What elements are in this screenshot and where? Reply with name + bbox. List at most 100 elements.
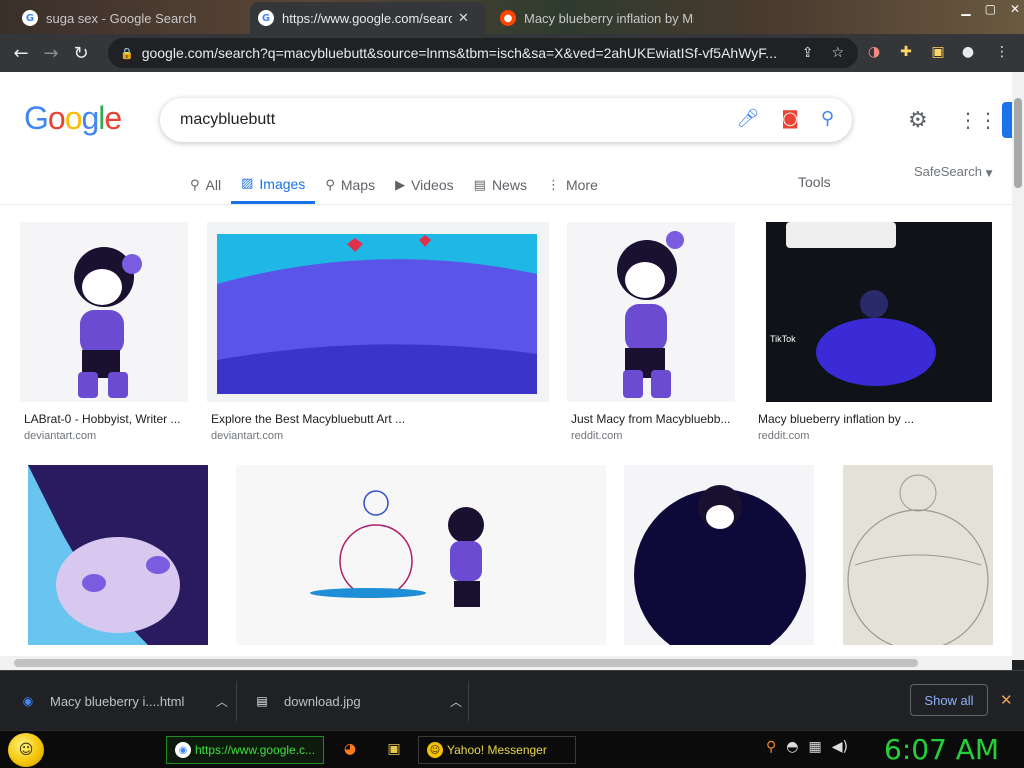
result-thumbnail[interactable] [207, 222, 549, 402]
microphone-icon[interactable]: 🎤︎ [736, 108, 759, 129]
system-tray: ⚲ ◓ ▦ ◀) [766, 739, 848, 755]
yahoo-smiley-icon: ☺ [427, 742, 443, 758]
tab-more[interactable]: ⋮ More [537, 166, 608, 204]
tab-maps[interactable]: ⚲ Maps [315, 166, 385, 204]
extension-flag-icon[interactable]: ◑ [864, 42, 884, 62]
chevron-up-icon[interactable]: ︿ [216, 693, 228, 710]
result-thumbnail[interactable] [28, 465, 208, 645]
google-icon: G [22, 10, 38, 26]
show-all-button[interactable]: Show all [910, 684, 988, 716]
sign-in-button[interactable] [1002, 102, 1012, 138]
dropdown-arrow-icon: ▼ [985, 169, 993, 179]
vertical-scrollbar[interactable] [1012, 72, 1024, 660]
result-thumbnail[interactable] [624, 465, 814, 645]
search-icon: ⚲ [190, 177, 200, 193]
close-icon[interactable]: ✕ [1000, 691, 1013, 709]
download-filename: Macy blueberry i....html [50, 693, 185, 709]
folder-icon[interactable]: ▣ [384, 739, 404, 759]
close-tab-icon[interactable]: ✕ [458, 10, 469, 26]
image-result[interactable]: Just Macy from Macybluebb... reddit.com [567, 222, 735, 452]
chrome-file-icon: ◉ [22, 694, 34, 708]
image-result[interactable]: LABrat-0 - Hobbyist, Writer ... devianta… [20, 222, 188, 452]
tab-images[interactable]: ▨ Images [231, 166, 316, 204]
result-title[interactable]: Just Macy from Macybluebb... [571, 412, 735, 426]
network-icon[interactable]: ▦ [808, 739, 821, 755]
image-result[interactable] [20, 465, 216, 645]
download-item[interactable]: ▤ download.jpg ︿ [254, 681, 462, 721]
divider [0, 204, 1012, 205]
image-result[interactable] [236, 465, 606, 645]
tab-title: https://www.google.com/search? [282, 10, 452, 26]
browser-tab-3[interactable]: ● Macy blueberry inflation by Ms [492, 2, 702, 34]
address-bar[interactable]: 🔒 google.com/search?q=macybluebutt&sourc… [108, 38, 858, 68]
scroll-thumb[interactable] [1014, 98, 1022, 188]
news-icon: ▤ [473, 177, 486, 193]
scroll-thumb[interactable] [14, 659, 918, 667]
minimize-icon[interactable]: ▁ [961, 2, 970, 16]
chevron-up-icon[interactable]: ︿ [450, 693, 462, 710]
image-result[interactable] [624, 465, 814, 645]
share-icon[interactable]: ⇪ [802, 45, 814, 61]
taskbar-chrome-button[interactable]: ◉ https://www.google.c... [166, 736, 324, 764]
menu-dots-icon[interactable]: ⋮ [992, 42, 1012, 62]
back-arrow-icon[interactable]: ← [6, 43, 36, 64]
browser-tab-1[interactable]: G suga sex - Google Search [14, 2, 214, 34]
tab-title: suga sex - Google Search [46, 10, 197, 26]
forward-arrow-icon[interactable]: → [36, 43, 66, 64]
close-window-icon[interactable]: ✕ [1010, 2, 1020, 16]
result-source[interactable]: deviantart.com [24, 430, 96, 442]
result-source[interactable]: reddit.com [571, 430, 622, 442]
firefox-icon[interactable]: ◕ [340, 739, 360, 759]
result-title[interactable]: LABrat-0 - Hobbyist, Writer ... [24, 412, 188, 426]
result-title[interactable]: Explore the Best Macybluebutt Art ... [211, 412, 531, 426]
search-input[interactable]: macybluebutt 🎤︎ ◙ ⚲ [160, 98, 852, 142]
divider [236, 681, 237, 721]
result-source[interactable]: reddit.com [758, 430, 809, 442]
result-thumbnail[interactable] [20, 222, 188, 402]
safesearch-menu[interactable]: SafeSearch ▼ [914, 164, 992, 179]
google-icon: G [258, 10, 274, 26]
settings-gear-icon[interactable]: ⚙ [908, 108, 928, 133]
lock-icon[interactable]: 🔒 [120, 47, 134, 60]
tools-button[interactable]: Tools [798, 174, 831, 190]
more-vert-icon: ⋮ [546, 177, 560, 193]
download-item[interactable]: ◉ Macy blueberry i....html ︿ [20, 681, 228, 721]
play-icon: ▶ [395, 177, 406, 193]
image-result[interactable]: TikTok Macy blueberry inflation by ... r… [754, 222, 1004, 452]
tab-videos[interactable]: ▶ Videos [385, 166, 464, 204]
search-tray-icon[interactable]: ⚲ [766, 739, 776, 755]
side-panel-icon[interactable]: ▣ [928, 42, 948, 62]
tab-all[interactable]: ⚲ All [180, 166, 231, 204]
window-controls: ▁ ▢ ✕ [961, 2, 1020, 16]
google-logo[interactable]: Google [24, 100, 122, 137]
google-images-page: Google macybluebutt 🎤︎ ◙ ⚲ ⚙ ⋮⋮⋮ ⚲ All ▨ I… [0, 72, 1012, 670]
taskbar-clock[interactable]: 6:07 AM [884, 733, 999, 766]
start-smiley-icon[interactable]: ☺ [8, 733, 44, 767]
extensions-puzzle-icon[interactable]: ✚ [896, 42, 916, 62]
image-icon: ▨ [241, 176, 254, 191]
browser-toolbar: ← → ↻ 🔒 google.com/search?q=macybluebutt… [0, 34, 1024, 72]
status-tray-icon[interactable]: ◓ [786, 739, 798, 755]
search-icon[interactable]: ⚲ [821, 108, 834, 129]
url-text: google.com/search?q=macybluebutt&source=… [141, 45, 777, 61]
result-thumbnail[interactable] [236, 465, 606, 645]
lens-camera-icon[interactable]: ◙ [781, 108, 798, 129]
result-title[interactable]: Macy blueberry inflation by ... [758, 412, 998, 426]
taskbar-yahoo-button[interactable]: ☺ Yahoo! Messenger [418, 736, 576, 764]
reload-icon[interactable]: ↻ [66, 43, 96, 64]
divider [468, 681, 469, 721]
profile-avatar-icon[interactable]: ● [958, 42, 978, 62]
svg-text:TikTok: TikTok [770, 334, 796, 344]
tab-news[interactable]: ▤ News [464, 166, 537, 204]
result-source[interactable]: deviantart.com [211, 430, 283, 442]
horizontal-scrollbar[interactable] [0, 656, 1012, 670]
image-result[interactable] [833, 465, 1003, 645]
maximize-icon[interactable]: ▢ [985, 2, 996, 16]
image-result[interactable]: Explore the Best Macybluebutt Art ... de… [207, 222, 549, 452]
result-thumbnail[interactable] [843, 465, 993, 645]
result-thumbnail[interactable] [567, 222, 735, 402]
volume-icon[interactable]: ◀) [832, 739, 848, 755]
result-thumbnail[interactable]: TikTok [766, 222, 992, 402]
star-icon[interactable]: ☆ [831, 45, 844, 61]
browser-tab-2[interactable]: G https://www.google.com/search? ✕ [250, 2, 486, 34]
